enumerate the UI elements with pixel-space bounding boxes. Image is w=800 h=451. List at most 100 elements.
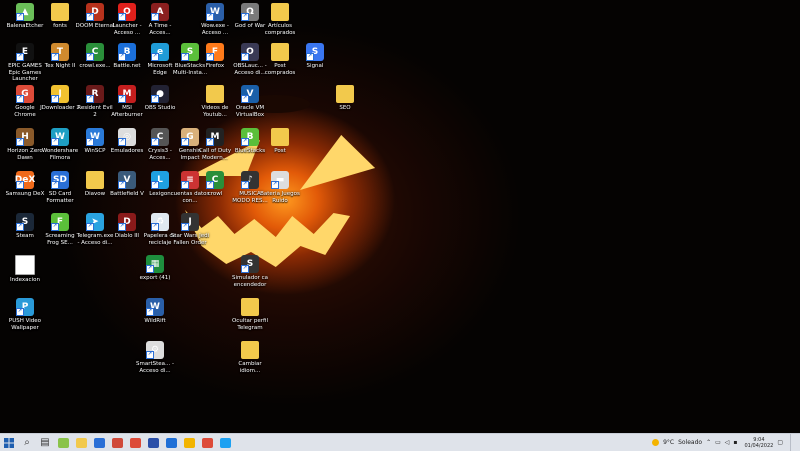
folder-icon <box>271 43 289 61</box>
app-icon: C ↗ <box>206 171 224 189</box>
document-icon <box>15 255 35 275</box>
desktop-icon-label: Steam <box>16 233 34 239</box>
desktop-icon[interactable]: Videos de Youtub... <box>195 85 235 131</box>
shortcut-arrow-icon: ↗ <box>51 181 59 189</box>
shortcut-arrow-icon: ↗ <box>206 53 214 61</box>
desktop-icon[interactable]: DeX ↗ Samsung DeX <box>5 171 45 217</box>
taskbar-chrome-button[interactable] <box>126 434 144 451</box>
app-icon: H ↗ <box>16 128 34 146</box>
clock-date: 01/04/2022 <box>744 442 774 449</box>
app-icon: B ↗ <box>118 43 136 61</box>
desktop-icon[interactable]: P ↗ PUSH Video Wallpaper <box>5 298 45 344</box>
folder-icon <box>206 85 224 103</box>
desktop-icon-label: Simulador ca encendedor <box>231 275 269 288</box>
desktop-icon[interactable]: W ↗ WildRift <box>135 298 175 344</box>
app-icon: ◎ ↗ <box>118 128 136 146</box>
taskbar-notepad-button[interactable] <box>54 434 72 451</box>
taskbar-media-button[interactable] <box>144 434 162 451</box>
volume-icon[interactable]: ◁ <box>725 439 730 446</box>
taskbar-terminal-button[interactable] <box>90 434 108 451</box>
desktop-icon[interactable]: Post comprados <box>260 43 300 89</box>
taskbar-twitter-button[interactable] <box>216 434 234 451</box>
desktop-icon-label: A Time - Acces... <box>148 23 172 36</box>
desktop-icon[interactable]: Indexacion <box>5 255 45 301</box>
shortcut-arrow-icon: ↗ <box>118 53 126 61</box>
weather-temperature[interactable]: 9°C <box>663 439 674 446</box>
shortcut-arrow-icon: ↗ <box>118 13 126 21</box>
weather-condition[interactable]: Soleado <box>678 439 702 446</box>
shortcut-arrow-icon: ↗ <box>151 95 159 103</box>
desktop-icon[interactable]: E ↗ EPIC GAMES Epic Games Launcher <box>5 43 45 89</box>
taskbar-tool-button[interactable] <box>108 434 126 451</box>
app-icon: F ↗ <box>206 43 224 61</box>
sun-icon <box>652 439 660 446</box>
desktop-icon[interactable]: G ↗ Google Chrome <box>5 85 45 131</box>
taskbar-task-view-button[interactable]: ▤ <box>36 434 54 451</box>
taskbar-chrome-2-button[interactable] <box>198 434 216 451</box>
desktop-icon[interactable]: ▬ ↗ Bateria Juegos Ruido <box>260 171 300 217</box>
shortcut-arrow-icon: ↗ <box>118 138 126 146</box>
shortcut-arrow-icon: ↗ <box>271 181 279 189</box>
desktop-icon[interactable]: F ↗ Firefox <box>195 43 235 89</box>
show-desktop-button[interactable] <box>790 434 794 451</box>
taskbar-file-explorer-button[interactable] <box>72 434 90 451</box>
shortcut-arrow-icon: ↗ <box>241 181 249 189</box>
taskbar-search-button[interactable]: ⌕ <box>18 434 36 451</box>
language-icon[interactable]: ▪ <box>733 439 737 446</box>
start-button[interactable] <box>0 434 18 451</box>
shortcut-arrow-icon: ↗ <box>86 53 94 61</box>
desktop-icon-label: JDownloader 2 <box>40 105 80 111</box>
desktop-icon[interactable]: ● ↗ OBS Studio <box>140 85 180 131</box>
desktop-icon[interactable]: M ↗ Call of Duty Modern... <box>195 128 235 174</box>
desktop-icon[interactable]: H ↗ Horizon Zero Dawn <box>5 128 45 174</box>
desktop-icon[interactable]: V ↗ Oracle VM VirtualBox <box>230 85 270 131</box>
shortcut-arrow-icon: ↗ <box>241 53 249 61</box>
desktop-icon[interactable]: Ocultar perfil Telegram <box>230 298 270 344</box>
app-icon: C ↗ <box>151 128 169 146</box>
desktop-icon[interactable]: ▦ ↗ export (41) <box>135 255 175 301</box>
desktop-icon[interactable]: S ↗ Signal <box>295 43 335 89</box>
twitter-icon <box>219 437 231 448</box>
desktop-icon[interactable]: SEO <box>325 85 365 131</box>
app-icon: J ↗ <box>51 85 69 103</box>
desktop-icon-label: Google Chrome <box>14 105 36 118</box>
shortcut-arrow-icon: ↗ <box>16 138 24 146</box>
clock[interactable]: 9:04 01/04/2022 <box>745 437 774 449</box>
taskbar-chrome-canary-button[interactable] <box>180 434 198 451</box>
chevron-up-icon[interactable]: ⌃ <box>706 439 711 446</box>
desktop-icon-label: PUSH Video Wallpaper <box>8 318 42 331</box>
desktop-icon[interactable]: Post <box>260 128 300 174</box>
notepad-icon <box>57 437 69 448</box>
folder-icon <box>86 171 104 189</box>
taskbar-mail-button[interactable] <box>162 434 180 451</box>
app-icon: ▲ ↗ <box>16 3 34 21</box>
desktop-icon[interactable]: Cambiar idiom... <box>230 341 270 387</box>
app-icon: e ↗ <box>151 43 169 61</box>
desktop-icon[interactable]: W ↗ Wondershare Filmora <box>40 128 80 174</box>
desktop-icon[interactable]: T ↗ Tex Night II <box>40 43 80 89</box>
desktop-icon[interactable]: F ↗ Screaming Frog SE... <box>40 213 80 259</box>
notification-icon[interactable]: ▢ <box>777 439 783 446</box>
shortcut-arrow-icon: ↗ <box>118 181 126 189</box>
network-icon[interactable]: ▭ <box>715 439 721 446</box>
desktop-icon[interactable]: C ↗ crowl <box>195 171 235 217</box>
shortcut-arrow-icon: ↗ <box>16 223 24 231</box>
app-icon: ♪ ↗ <box>241 171 259 189</box>
shortcut-arrow-icon: ↗ <box>181 181 189 189</box>
desktop-icon[interactable]: J ↗ Star Wars Jedi Fallen Order <box>170 213 210 259</box>
desktop-icon[interactable]: SD ↗ SD Card Formatter <box>40 171 80 217</box>
desktop-icon[interactable]: J ↗ JDownloader 2 <box>40 85 80 131</box>
shortcut-arrow-icon: ↗ <box>241 95 249 103</box>
folder-icon <box>51 3 69 21</box>
desktop-icon[interactable]: S ↗ Simulador ca encendedor <box>230 255 270 301</box>
desktop-icon[interactable]: ⚙ ↗ SmartStea... - Acceso di... <box>135 341 175 387</box>
app-icon: S ↗ <box>306 43 324 61</box>
desktop-icon-label: SmartStea... - Acceso di... <box>135 361 175 374</box>
pumpkin-right-eye <box>300 135 375 190</box>
app-icon: J ↗ <box>181 213 199 231</box>
folder-icon <box>271 3 289 21</box>
desktop-icon[interactable]: S ↗ Steam <box>5 213 45 259</box>
shortcut-arrow-icon: ↗ <box>51 138 59 146</box>
app-icon: Ω ↗ <box>241 3 259 21</box>
app-icon: M ↗ <box>206 128 224 146</box>
